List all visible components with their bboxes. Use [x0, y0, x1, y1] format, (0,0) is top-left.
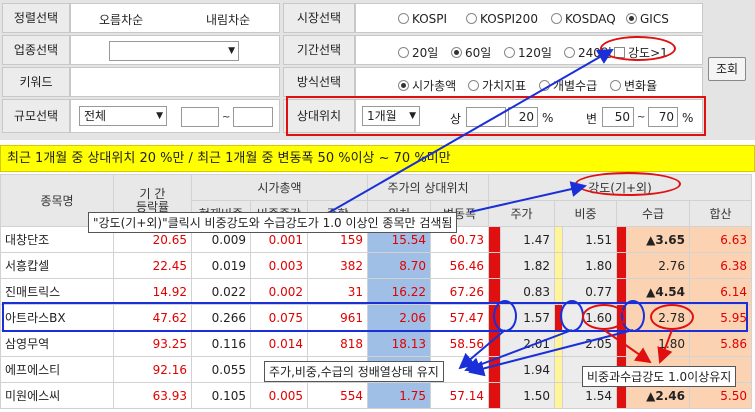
annotation-arrows — [329, 49, 673, 377]
arrow-to-strength-header — [469, 181, 587, 213]
annotation-strength-click: "강도(기+외)"클릭시 비중강도와 수급강도가 1.0 이상인 종목만 검색됨 — [88, 212, 458, 233]
arrow-red-weight — [603, 329, 652, 364]
arrow-to-checkbox — [329, 49, 614, 213]
arrow-price — [458, 329, 506, 370]
annotation-alignment: 주가,비중,수급의 정배열상태 유지 — [264, 361, 444, 382]
annotation-threshold: 비중과수급강도 1.0이상유지 — [582, 366, 737, 387]
arrow-red-supply — [657, 329, 673, 364]
